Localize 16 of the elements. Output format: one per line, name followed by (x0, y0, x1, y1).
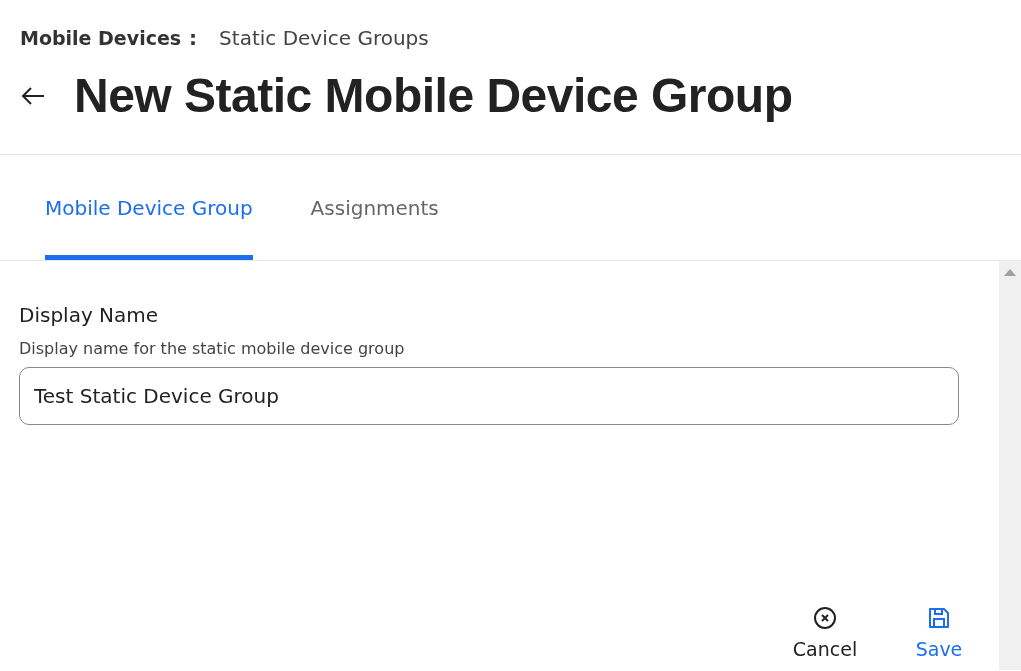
tab[interactable]: Mobile Device Group (45, 155, 253, 260)
close-circle-icon (813, 606, 837, 630)
display-name-field[interactable]: Test Static Device Group (19, 367, 959, 425)
breadcrumb-separator: : (189, 26, 198, 50)
field-label: Display Name (19, 303, 160, 327)
breadcrumb-link[interactable]: Mobile Devices (20, 27, 182, 49)
back-arrow-icon[interactable] (20, 85, 46, 106)
scrollbar[interactable] (999, 261, 1021, 670)
breadcrumb-current: Static Device Groups (219, 26, 429, 50)
scroll-up-icon[interactable] (1004, 269, 1016, 276)
page-title: New Static Mobile Device Group (74, 68, 793, 123)
cancel-button[interactable]: Cancel (785, 606, 865, 660)
save-icon (927, 606, 951, 630)
save-button[interactable]: Save (899, 606, 979, 660)
field-description: Display name for the static mobile device group (19, 339, 406, 358)
tab[interactable]: Assignments (310, 155, 439, 260)
